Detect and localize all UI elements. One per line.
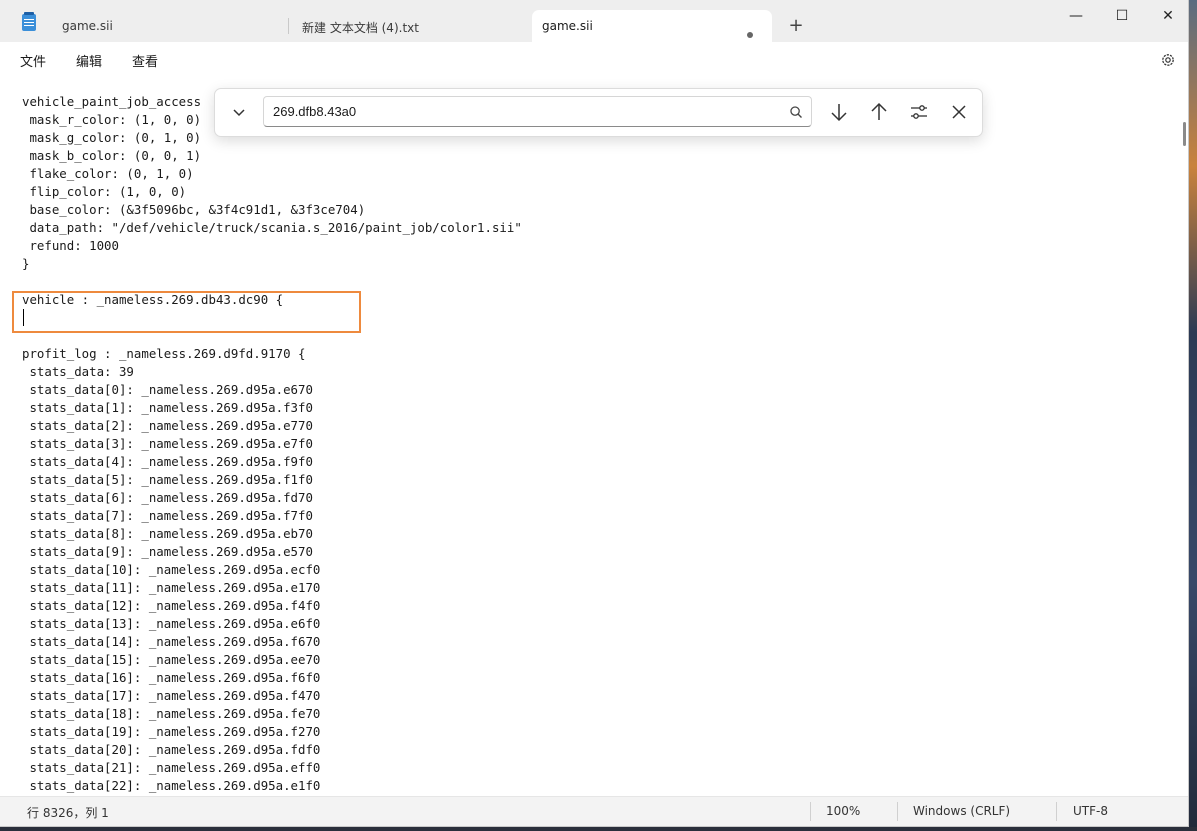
- editor-line: stats_data[6]: _nameless.269.d95a.fd70: [22, 490, 313, 505]
- toggle-replace-chevron-down-icon[interactable]: [227, 100, 251, 124]
- new-tab-plus-icon[interactable]: +: [785, 16, 807, 38]
- menu-view[interactable]: 查看: [132, 51, 158, 70]
- encoding[interactable]: UTF-8: [1073, 804, 1108, 818]
- editor-line: flip_color: (1, 0, 0): [22, 184, 187, 199]
- tab-label: game.sii: [62, 19, 113, 33]
- editor-line: stats_data[3]: _nameless.269.d95a.e7f0: [22, 436, 313, 451]
- editor-line: stats_data[17]: _nameless.269.d95a.f470: [22, 688, 321, 703]
- menu-bar: 文件 编辑 查看: [0, 42, 1188, 77]
- editor-line: stats_data[15]: _nameless.269.d95a.ee70: [22, 652, 321, 667]
- editor-line: stats_data[7]: _nameless.269.d95a.f7f0: [22, 508, 313, 523]
- editor-line: stats_data[22]: _nameless.269.d95a.e1f0: [22, 778, 321, 793]
- editor-line: mask_r_color: (1, 0, 0): [22, 112, 202, 127]
- editor-line: base_color: (&3f5096bc, &3f4c91d1, &3f3c…: [22, 202, 366, 217]
- search-icon[interactable]: [785, 100, 807, 124]
- close-button[interactable]: ✕: [1145, 0, 1188, 32]
- find-input[interactable]: [263, 96, 812, 127]
- editor-line: mask_b_color: (0, 0, 1): [22, 148, 202, 163]
- editor-line: data_path: "/def/vehicle/truck/scania.s_…: [22, 220, 522, 235]
- tab-new-text-document[interactable]: 新建 文本文档 (4).txt: [289, 10, 529, 42]
- highlight-annotation-box: [12, 291, 361, 333]
- status-separator: [810, 802, 811, 821]
- editor-line: stats_data[20]: _nameless.269.d95a.fdf0: [22, 742, 321, 757]
- editor-line: stats_data[21]: _nameless.269.d95a.eff0: [22, 760, 321, 775]
- menu-file[interactable]: 文件: [20, 51, 46, 70]
- editor-line: refund: 1000: [22, 238, 119, 253]
- editor-line: vehicle_paint_job_access: [22, 94, 202, 109]
- tab-label: game.sii: [542, 19, 593, 33]
- find-bar: [214, 88, 983, 137]
- editor-line: mask_g_color: (0, 1, 0): [22, 130, 202, 145]
- find-next-arrow-down-icon[interactable]: [827, 100, 851, 124]
- editor-line: stats_data[1]: _nameless.269.d95a.f3f0: [22, 400, 313, 415]
- cursor-position: 行 8326，列 1: [27, 806, 109, 820]
- text-editor[interactable]: vehicle_paint_job_access mask_r_color: (…: [0, 78, 1180, 793]
- editor-line: flake_color: (0, 1, 0): [22, 166, 194, 181]
- editor-line: stats_data[13]: _nameless.269.d95a.e6f0: [22, 616, 321, 631]
- scrollbar-thumb[interactable]: [1183, 122, 1186, 146]
- title-bar: game.sii 新建 文本文档 (4).txt game.sii + — ☐ …: [0, 0, 1188, 42]
- settings-gear-icon[interactable]: [1160, 52, 1176, 68]
- text-caret: [23, 309, 24, 326]
- editor-line: stats_data[9]: _nameless.269.d95a.e570: [22, 544, 313, 559]
- status-separator: [897, 802, 898, 821]
- status-bar: 行 8326，列 1 100% Windows (CRLF) UTF-8: [0, 796, 1188, 826]
- tab-label: 新建 文本文档 (4).txt: [302, 21, 419, 35]
- unsaved-changes-dot-icon[interactable]: [747, 32, 753, 38]
- editor-line: stats_data[10]: _nameless.269.d95a.ecf0: [22, 562, 321, 577]
- editor-line: stats_data[14]: _nameless.269.d95a.f670: [22, 634, 321, 649]
- notepad-app-icon: [22, 12, 36, 31]
- tab-game-sii-1[interactable]: game.sii: [46, 10, 286, 42]
- editor-line: stats_data[11]: _nameless.269.d95a.e170: [22, 580, 321, 595]
- editor-line: stats_data[12]: _nameless.269.d95a.f4f0: [22, 598, 321, 613]
- status-separator: [1056, 802, 1057, 821]
- editor-line: profit_log : _nameless.269.d9fd.9170 {: [22, 346, 306, 361]
- editor-line: stats_data[16]: _nameless.269.d95a.f6f0: [22, 670, 321, 685]
- editor-line: stats_data: 39: [22, 364, 134, 379]
- minimize-button[interactable]: —: [1053, 0, 1099, 32]
- editor-line: stats_data[8]: _nameless.269.d95a.eb70: [22, 526, 313, 541]
- find-options-sliders-icon[interactable]: [907, 100, 931, 124]
- editor-line: stats_data[19]: _nameless.269.d95a.f270: [22, 724, 321, 739]
- tab-game-sii-active[interactable]: game.sii: [532, 10, 772, 42]
- desktop-background-bottom: [0, 827, 1197, 831]
- zoom-level[interactable]: 100%: [826, 804, 860, 818]
- maximize-button[interactable]: ☐: [1099, 0, 1145, 32]
- find-previous-arrow-up-icon[interactable]: [867, 100, 891, 124]
- vertical-scrollbar[interactable]: [1181, 78, 1188, 793]
- editor-line: stats_data[4]: _nameless.269.d95a.f9f0: [22, 454, 313, 469]
- editor-line: stats_data[18]: _nameless.269.d95a.fe70: [22, 706, 321, 721]
- close-find-x-icon[interactable]: [947, 100, 971, 124]
- menu-edit[interactable]: 编辑: [76, 51, 102, 70]
- desktop-background: [1189, 0, 1197, 831]
- editor-line: stats_data[0]: _nameless.269.d95a.e670: [22, 382, 313, 397]
- editor-line: }: [22, 256, 30, 271]
- editor-line: stats_data[2]: _nameless.269.d95a.e770: [22, 418, 313, 433]
- notepad-window: game.sii 新建 文本文档 (4).txt game.sii + — ☐ …: [0, 0, 1189, 827]
- editor-line: stats_data[5]: _nameless.269.d95a.f1f0: [22, 472, 313, 487]
- line-ending[interactable]: Windows (CRLF): [913, 804, 1010, 818]
